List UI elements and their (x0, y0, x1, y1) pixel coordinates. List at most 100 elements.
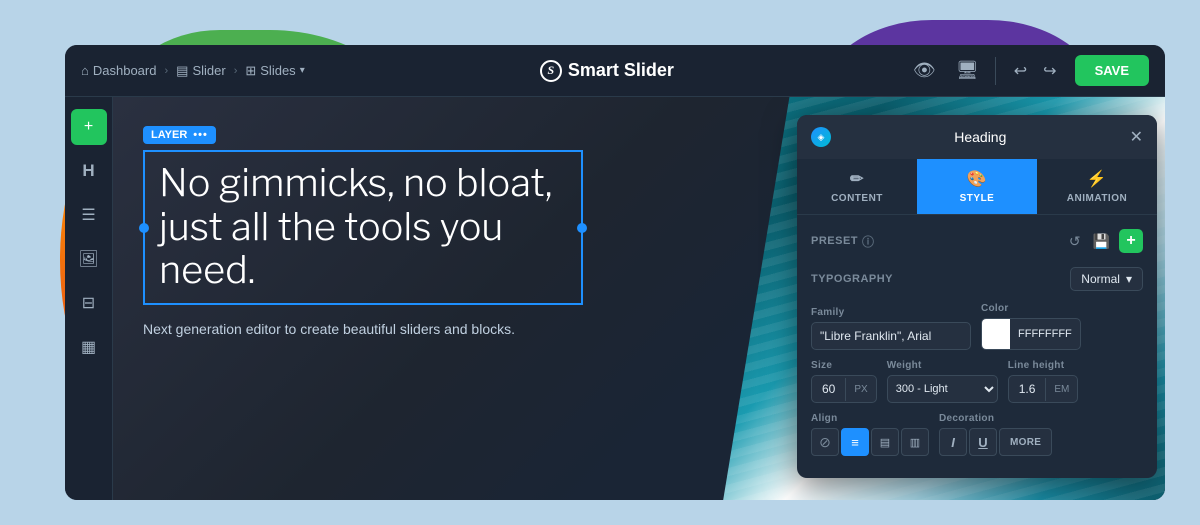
typography-dropdown[interactable]: Normal ▾ (1070, 267, 1143, 291)
layer-options-button[interactable]: ••• (193, 129, 208, 141)
logo-area: S Smart Slider (305, 60, 909, 82)
breadcrumb-slider[interactable]: ▤ Slider (176, 63, 226, 79)
top-bar: ⌂ Dashboard › ▤ Slider › ⊞ Slides ▾ S Sm… (65, 45, 1165, 97)
content-area: + H ☰ 🖼 ⊟ ▦ (65, 97, 1165, 500)
slider-icon: ▤ (176, 63, 188, 79)
tab-style[interactable]: 🎨 STYLE (917, 159, 1037, 214)
style-tab-icon: 🎨 (967, 169, 987, 189)
align-deco-row: Align ⊘ ≡ ▤ ▥ Decoration I (811, 413, 1143, 456)
size-input-group[interactable]: 60 PX (811, 375, 877, 403)
size-label: Size (811, 360, 877, 371)
typography-label: TYPOGRAPHY (811, 273, 893, 285)
preset-save-button[interactable]: 💾 (1090, 230, 1113, 253)
animation-tab-icon: ⚡ (1087, 169, 1107, 189)
align-right-button[interactable]: ▥ (901, 428, 929, 456)
add-icon: + (84, 118, 93, 136)
panel-tabs: ✏ CONTENT 🎨 STYLE ⚡ ANIMATION (797, 159, 1157, 215)
properties-panel: ◈ Heading ✕ ✏ CONTENT 🎨 STYLE ⚡ A (797, 115, 1157, 478)
family-input[interactable] (811, 322, 971, 350)
color-swatch (982, 319, 1010, 349)
decoration-label: Decoration (939, 413, 1143, 424)
family-group: Family (811, 307, 971, 350)
layers-icon: ▦ (81, 337, 96, 357)
preset-actions: ↺ 💾 + (1066, 229, 1143, 253)
color-label: Color (981, 303, 1081, 314)
panel-logo-icon: ◈ (811, 127, 831, 147)
breadcrumb-sep-1: › (164, 65, 168, 77)
undo-redo-group: ↩ ↪ (1008, 57, 1063, 85)
main-container: ⌂ Dashboard › ▤ Slider › ⊞ Slides ▾ S Sm… (65, 45, 1165, 500)
line-height-label: Line height (1008, 360, 1079, 371)
align-none-button[interactable]: ⊘ (811, 428, 839, 456)
responsive-button[interactable]: 🖥 (952, 56, 983, 85)
style-tab-label: STYLE (960, 193, 995, 204)
panel-title: Heading (831, 129, 1130, 145)
redo-button[interactable]: ↪ (1037, 57, 1062, 85)
align-center-button[interactable]: ▤ (871, 428, 899, 456)
heading-layer[interactable]: LAYER ••• No gimmicks, no bloat, just al… (143, 125, 583, 340)
subtitle-text: Next generation editor to create beautif… (143, 319, 583, 340)
weight-select[interactable]: 300 - Light 100 - Thin 200 - Extra Light… (887, 375, 998, 403)
tab-content[interactable]: ✏ CONTENT (797, 159, 917, 214)
heading-icon: H (82, 161, 94, 181)
canvas-area: LAYER ••• No gimmicks, no bloat, just al… (113, 97, 1165, 500)
preset-add-button[interactable]: + (1119, 229, 1143, 253)
line-height-unit: EM (1045, 378, 1077, 401)
sidebar-item-add[interactable]: + (71, 109, 107, 145)
sidebar-item-image[interactable]: 🖼 (71, 241, 107, 277)
underline-button[interactable]: U (969, 428, 997, 456)
align-label: Align (811, 413, 929, 424)
logo-icon: S (540, 60, 562, 82)
size-weight-lh-row: Size 60 PX Weight 300 - Light 100 - Thin (811, 360, 1143, 403)
line-height-group: Line height 1.6 EM (1008, 360, 1079, 403)
animation-tab-label: ANIMATION (1067, 193, 1127, 204)
slides-icon: ⊞ (245, 63, 256, 79)
italic-button[interactable]: I (939, 428, 967, 456)
app-logo: S Smart Slider (540, 60, 674, 82)
breadcrumb: ⌂ Dashboard › ▤ Slider › ⊞ Slides ▾ (81, 63, 305, 79)
text-icon: ☰ (81, 205, 95, 225)
preview-button[interactable]: 👁 (909, 56, 940, 85)
panel-close-button[interactable]: ✕ (1130, 127, 1143, 147)
layer-badge: LAYER ••• (143, 126, 216, 144)
image-icon: 🖼 (78, 249, 98, 269)
preset-label: PRESET ⓘ (811, 233, 875, 250)
typography-chevron-icon: ▾ (1126, 272, 1132, 286)
sidebar-item-divider[interactable]: ⊟ (71, 285, 107, 321)
top-bar-right: 👁 🖥 ↩ ↪ SAVE (909, 55, 1149, 86)
resize-handle-left[interactable] (139, 223, 149, 233)
family-label: Family (811, 307, 971, 318)
tab-animation[interactable]: ⚡ ANIMATION (1037, 159, 1157, 214)
weight-label: Weight (887, 360, 998, 371)
breadcrumb-slides[interactable]: ⊞ Slides ▾ (245, 63, 304, 79)
color-group: Color FFFFFFFF (981, 303, 1081, 350)
preset-reset-button[interactable]: ↺ (1066, 230, 1084, 253)
panel-body: PRESET ⓘ ↺ 💾 + TYPOGRAPHY Norma (797, 215, 1157, 478)
resize-handle-right[interactable] (577, 223, 587, 233)
sidebar-item-text[interactable]: ☰ (71, 197, 107, 233)
toolbar-divider (995, 57, 996, 85)
sidebar-item-layers[interactable]: ▦ (71, 329, 107, 365)
preset-info-icon: ⓘ (862, 233, 875, 250)
align-group: Align ⊘ ≡ ▤ ▥ (811, 413, 929, 456)
align-left-button[interactable]: ≡ (841, 428, 869, 456)
color-input-group[interactable]: FFFFFFFF (981, 318, 1081, 350)
divider-icon: ⊟ (82, 293, 95, 313)
align-buttons: ⊘ ≡ ▤ ▥ (811, 428, 929, 456)
left-sidebar: + H ☰ 🖼 ⊟ ▦ (65, 97, 113, 500)
panel-header: ◈ Heading ✕ (797, 115, 1157, 159)
content-tab-label: CONTENT (831, 193, 883, 204)
breadcrumb-dashboard[interactable]: ⌂ Dashboard (81, 63, 156, 78)
sidebar-item-heading[interactable]: H (71, 153, 107, 189)
undo-button[interactable]: ↩ (1008, 57, 1033, 85)
decoration-group: Decoration I U MORE (939, 413, 1143, 456)
decoration-buttons: I U MORE (939, 428, 1143, 456)
save-button[interactable]: SAVE (1075, 55, 1149, 86)
more-button[interactable]: MORE (999, 428, 1052, 456)
breadcrumb-sep-2: › (234, 65, 238, 77)
typography-row: TYPOGRAPHY Normal ▾ (811, 267, 1143, 291)
layer-badge-label: LAYER (151, 129, 187, 141)
content-tab-icon: ✏ (850, 169, 864, 189)
preset-row: PRESET ⓘ ↺ 💾 + (811, 229, 1143, 253)
line-height-input-group[interactable]: 1.6 EM (1008, 375, 1079, 403)
